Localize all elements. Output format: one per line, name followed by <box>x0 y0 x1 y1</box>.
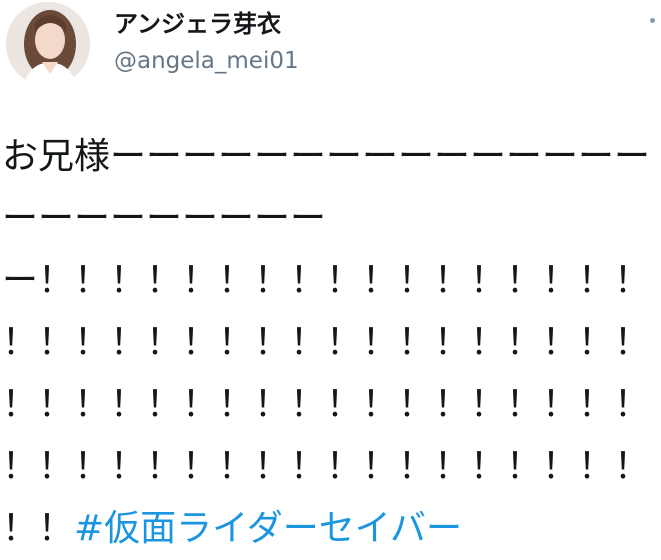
tweet-text: お兄様ーーーーーーーーーーーーーーーーーーーーーーーーー！！！！！！！！！！！！… <box>2 126 660 560</box>
profile-photo-icon <box>6 2 90 86</box>
more-icon[interactable] <box>650 18 655 23</box>
hashtag-link[interactable]: #仮面ライダーセイバー <box>74 508 462 549</box>
tweet-body: お兄様ーーーーーーーーーーーーーーーーーーーーーーーーー！！！！！！！！！！！！… <box>2 136 651 549</box>
username[interactable]: @angela_mei01 <box>114 47 299 75</box>
tweet-card: アンジェラ芽衣 @angela_mei01 お兄様ーーーーーーーーーーーーーーー… <box>0 0 661 551</box>
avatar[interactable] <box>6 2 90 86</box>
display-name[interactable]: アンジェラ芽衣 <box>114 10 281 38</box>
